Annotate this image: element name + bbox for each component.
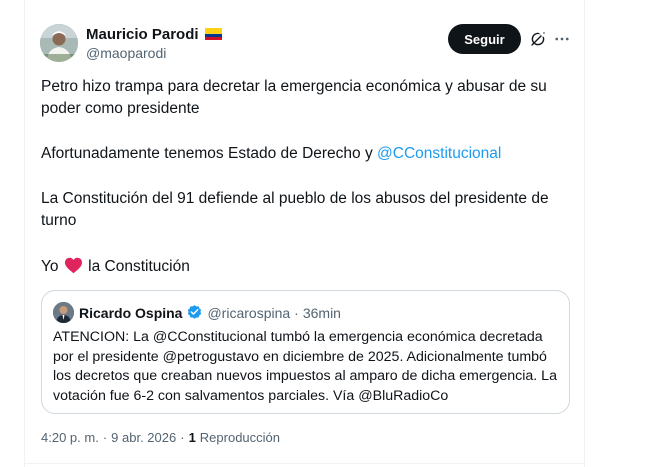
views-count: 1 [188,430,196,445]
tweet-paragraph-4-before: Yo [41,258,59,275]
quote-avatar-image [53,302,74,323]
quote-author-name[interactable]: Ricardo Ospina [79,305,182,321]
tweet-paragraph-2-text: Afortunadamente tenemos Estado de Derech… [41,145,378,162]
tweet-meta: 4:20 p. m. · 9 abr. 2026 · 1 Reproducció… [41,430,280,445]
avatar-image [40,24,78,62]
tweet-paragraph-3: La Constitución del 91 defiende al puebl… [41,190,549,229]
quoted-tweet-card[interactable]: Ricardo Ospina @ricarospina · 36min ATEN… [41,290,570,414]
author-name-row: Mauricio Parodi [86,25,222,43]
meta-separator: · [102,430,108,445]
tweet-time[interactable]: 4:20 p. m. [41,430,99,445]
author-handle[interactable]: @maoparodi [86,45,166,61]
tweet-paragraph-4: Yo la Constitución [41,256,576,278]
quote-text: ATENCION: La @CConstitucional tumbó la e… [53,329,557,404]
tweet-paragraph-4-after: la Constitución [88,258,190,275]
quote-header: Ricardo Ospina @ricarospina · 36min [79,304,341,321]
page: Mauricio Parodi @maoparodi Seguir Petro … [0,0,648,467]
mention-link[interactable]: @CConstitucional [377,145,501,162]
tweet-article: Mauricio Parodi @maoparodi Seguir Petro … [24,0,585,467]
tweet-date[interactable]: 9 abr. 2026 [111,430,176,445]
quote-timestamp[interactable]: 36min [303,305,341,321]
views-separator: · [180,430,185,445]
divider [25,463,584,464]
more-options-icon[interactable] [553,30,571,48]
follow-button[interactable]: Seguir [448,24,521,54]
quote-author-handle[interactable]: @ricarospina [207,305,290,321]
quote-author-avatar[interactable] [53,302,74,323]
quote-separator: · [294,304,299,321]
red-heart-icon [64,257,82,274]
author-avatar[interactable] [40,24,78,62]
colombia-flag-icon [204,28,222,40]
tweet-paragraph-1: Petro hizo trampa para decretar la emerg… [41,78,547,117]
tweet-paragraph-2: Afortunadamente tenemos Estado de Derech… [41,143,576,165]
verified-badge-icon [188,305,202,319]
grok-icon[interactable] [529,30,547,48]
author-name[interactable]: Mauricio Parodi [86,26,199,43]
views-label: Reproducción [199,430,281,445]
